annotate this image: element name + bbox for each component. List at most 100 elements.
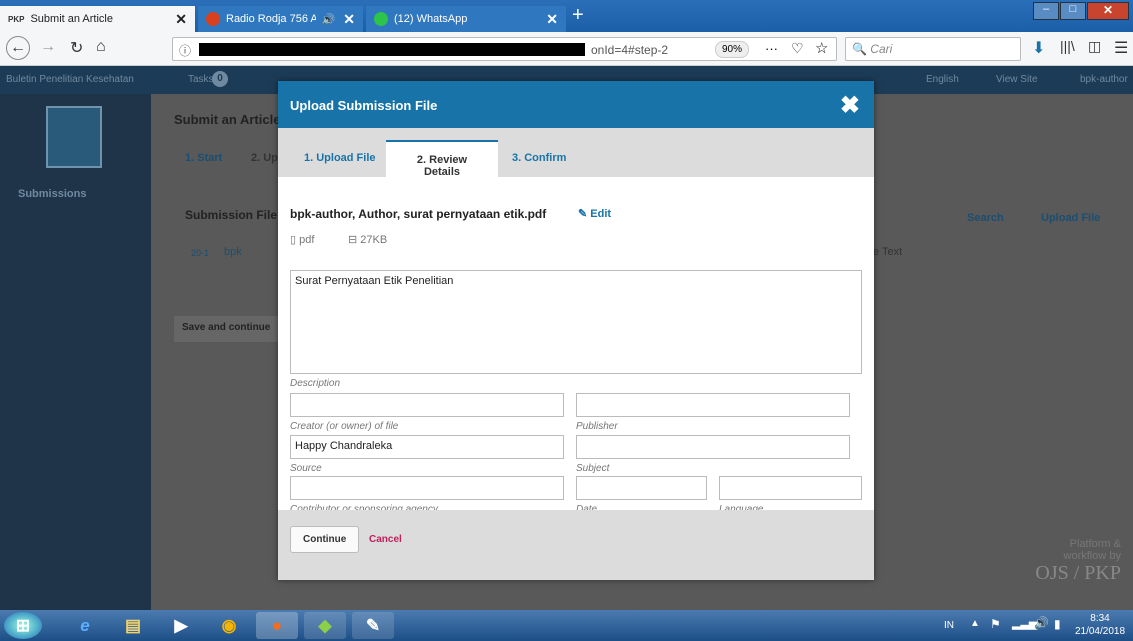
app-sidebar: Submissions <box>0 94 151 610</box>
back-icon[interactable]: ← <box>6 36 30 60</box>
firefox-icon[interactable]: ● <box>256 612 298 639</box>
platform-line-2: workflow by <box>1063 550 1121 562</box>
creator-input[interactable] <box>290 393 564 417</box>
journal-name[interactable]: Buletin Penelitian Kesehatan <box>6 74 134 85</box>
pencil-icon: ✎ <box>578 208 588 220</box>
page-actions-icon[interactable]: ··· <box>765 41 778 56</box>
tray-expand-icon[interactable]: ▲ <box>970 618 980 629</box>
messenger-icon[interactable]: ◆ <box>304 612 346 639</box>
user-menu[interactable]: bpk-author <box>1080 74 1128 85</box>
edit-label: Edit <box>590 208 612 220</box>
description-label: Description <box>290 378 341 389</box>
clock-date: 21/04/2018 <box>1074 626 1126 637</box>
tab-review-details[interactable]: 2. Review Details <box>386 140 498 178</box>
minimize-icon[interactable]: – <box>1033 2 1059 20</box>
windows-taskbar: ⊞ e ▤ ▶ ◉ ● ◆ ✎ IN ▲ ⚑ ▂▃▅ 🔊 ▮ 8:34 21/0… <box>0 610 1133 641</box>
file-name: bpk-author, Author, surat pernyataan eti… <box>290 207 547 221</box>
volume-icon[interactable]: 🔊 <box>1034 616 1049 630</box>
pdf-icon: ▯ <box>290 234 297 246</box>
file-size-label: 27KB <box>360 234 388 246</box>
file-explorer-icon[interactable]: ▤ <box>112 612 154 639</box>
subject-input[interactable] <box>576 435 850 459</box>
url-text: onId=4#step-2 <box>591 43 669 57</box>
language-link[interactable]: English <box>926 74 959 85</box>
tab-label: Submit an Article <box>30 13 113 25</box>
files-search-link[interactable]: Search <box>967 212 1004 224</box>
close-tab-icon[interactable]: ✕ <box>341 11 355 28</box>
pkp-favicon: PKP <box>8 14 25 24</box>
file-row-author[interactable]: bpk <box>224 246 242 258</box>
file-type-label: pdf <box>299 234 315 246</box>
browser-nav-bar: ← → ↻ ⌂ ⓘ onId=4#step-2 90% ··· ♡ ☆ 🔍 Ca… <box>0 32 1133 66</box>
tab-upload-file[interactable]: 1. Upload File <box>292 140 388 177</box>
forward-icon[interactable]: → <box>40 38 56 56</box>
language-input[interactable] <box>719 476 862 500</box>
edit-file-link[interactable]: ✎ Edit <box>578 207 611 220</box>
window-controls: – □ ✕ <box>1033 2 1129 20</box>
close-dialog-icon[interactable]: ✖ <box>840 91 860 120</box>
pkp-platform-credit[interactable]: Platform & workflow by OJS / PKP <box>1031 538 1121 585</box>
wizard-tab-start[interactable]: 1. Start <box>185 152 222 164</box>
paint-icon[interactable]: ✎ <box>352 612 394 639</box>
close-window-icon[interactable]: ✕ <box>1087 2 1129 20</box>
sidebar-item-submissions[interactable]: Submissions <box>18 188 86 200</box>
close-tab-icon[interactable]: ✕ <box>540 11 558 28</box>
reload-icon[interactable]: ↻ <box>70 38 83 58</box>
maximize-icon[interactable]: □ <box>1060 2 1086 20</box>
search-placeholder: Cari <box>870 42 893 56</box>
start-button-icon[interactable]: ⊞ <box>4 612 42 639</box>
zoom-level[interactable]: 90% <box>715 41 750 58</box>
cancel-link[interactable]: Cancel <box>369 534 402 545</box>
save-and-continue-button[interactable]: Save and continue <box>174 316 279 342</box>
input-language[interactable]: IN <box>944 620 954 631</box>
menu-icon[interactable]: ☰ <box>1114 38 1128 58</box>
view-site-link[interactable]: View Site <box>996 74 1038 85</box>
description-textarea[interactable]: Surat Pernyataan Etik Penelitian <box>290 270 862 374</box>
dialog-title: Upload Submission File <box>290 98 438 113</box>
home-icon[interactable]: ⌂ <box>96 38 106 56</box>
redacted-url <box>199 43 585 56</box>
bookmark-star-icon[interactable]: ☆ <box>815 39 828 57</box>
tab-submit-article[interactable]: PKP Submit an Article ✕ <box>0 6 195 32</box>
library-icon[interactable]: |||\ <box>1060 38 1075 54</box>
search-icon: 🔍 <box>852 42 867 56</box>
disk-icon: ⊟ <box>348 234 358 246</box>
upload-file-link[interactable]: Upload File <box>1041 212 1100 224</box>
new-tab-icon[interactable]: + <box>572 4 584 27</box>
platform-line-1: Platform & <box>1069 538 1121 550</box>
action-center-flag-icon[interactable]: ⚑ <box>990 617 1001 631</box>
internet-explorer-icon[interactable]: e <box>64 612 106 639</box>
url-bar[interactable]: ⓘ onId=4#step-2 90% ··· ♡ ☆ <box>172 37 837 61</box>
continue-button[interactable]: Continue <box>290 526 360 553</box>
power-icon[interactable]: ▮ <box>1054 617 1061 631</box>
wizard-tab-upload[interactable]: 2. Up <box>251 152 278 164</box>
clock-time: 8:34 <box>1090 613 1110 624</box>
date-input[interactable] <box>576 476 707 500</box>
dialog-header: Upload Submission File ✖ <box>278 81 874 128</box>
info-icon[interactable]: ⓘ <box>179 42 191 59</box>
ojs-pkp-logo: OJS / PKP <box>1035 562 1121 584</box>
tasks-count-badge: 0 <box>212 71 228 87</box>
tab-whatsapp[interactable]: (12) WhatsApp ✕ <box>366 6 566 32</box>
tab-label: Radio Rodja 756 AM - Mene <box>226 13 316 25</box>
file-row-id: 20-1 <box>191 248 210 258</box>
page-title: Submit an Article <box>174 112 281 127</box>
contributor-input[interactable] <box>290 476 564 500</box>
tab-radio-rodja[interactable]: Radio Rodja 756 AM - Mene 🔊 ✕ <box>198 6 363 32</box>
system-clock[interactable]: 8:34 21/04/2018 <box>1070 612 1130 638</box>
tab-confirm[interactable]: 3. Confirm <box>500 140 578 177</box>
close-tab-icon[interactable]: ✕ <box>169 11 187 28</box>
download-icon[interactable]: ⬇ <box>1032 38 1045 58</box>
sidebar-icon[interactable]: ◫ <box>1088 38 1101 55</box>
speaker-icon[interactable]: 🔊 <box>322 13 336 26</box>
media-player-icon[interactable]: ▶ <box>160 612 202 639</box>
chrome-icon[interactable]: ◉ <box>208 612 250 639</box>
tasks-label[interactable]: Tasks <box>188 74 214 85</box>
publisher-input[interactable] <box>576 393 850 417</box>
publisher-label: Publisher <box>576 421 618 432</box>
submission-files-header: Submission File <box>185 208 278 222</box>
pocket-icon[interactable]: ♡ <box>791 40 804 57</box>
browser-search-input[interactable]: 🔍 Cari <box>845 37 1021 61</box>
source-input[interactable]: Happy Chandraleka <box>290 435 564 459</box>
file-type: ▯ pdf <box>290 233 314 246</box>
